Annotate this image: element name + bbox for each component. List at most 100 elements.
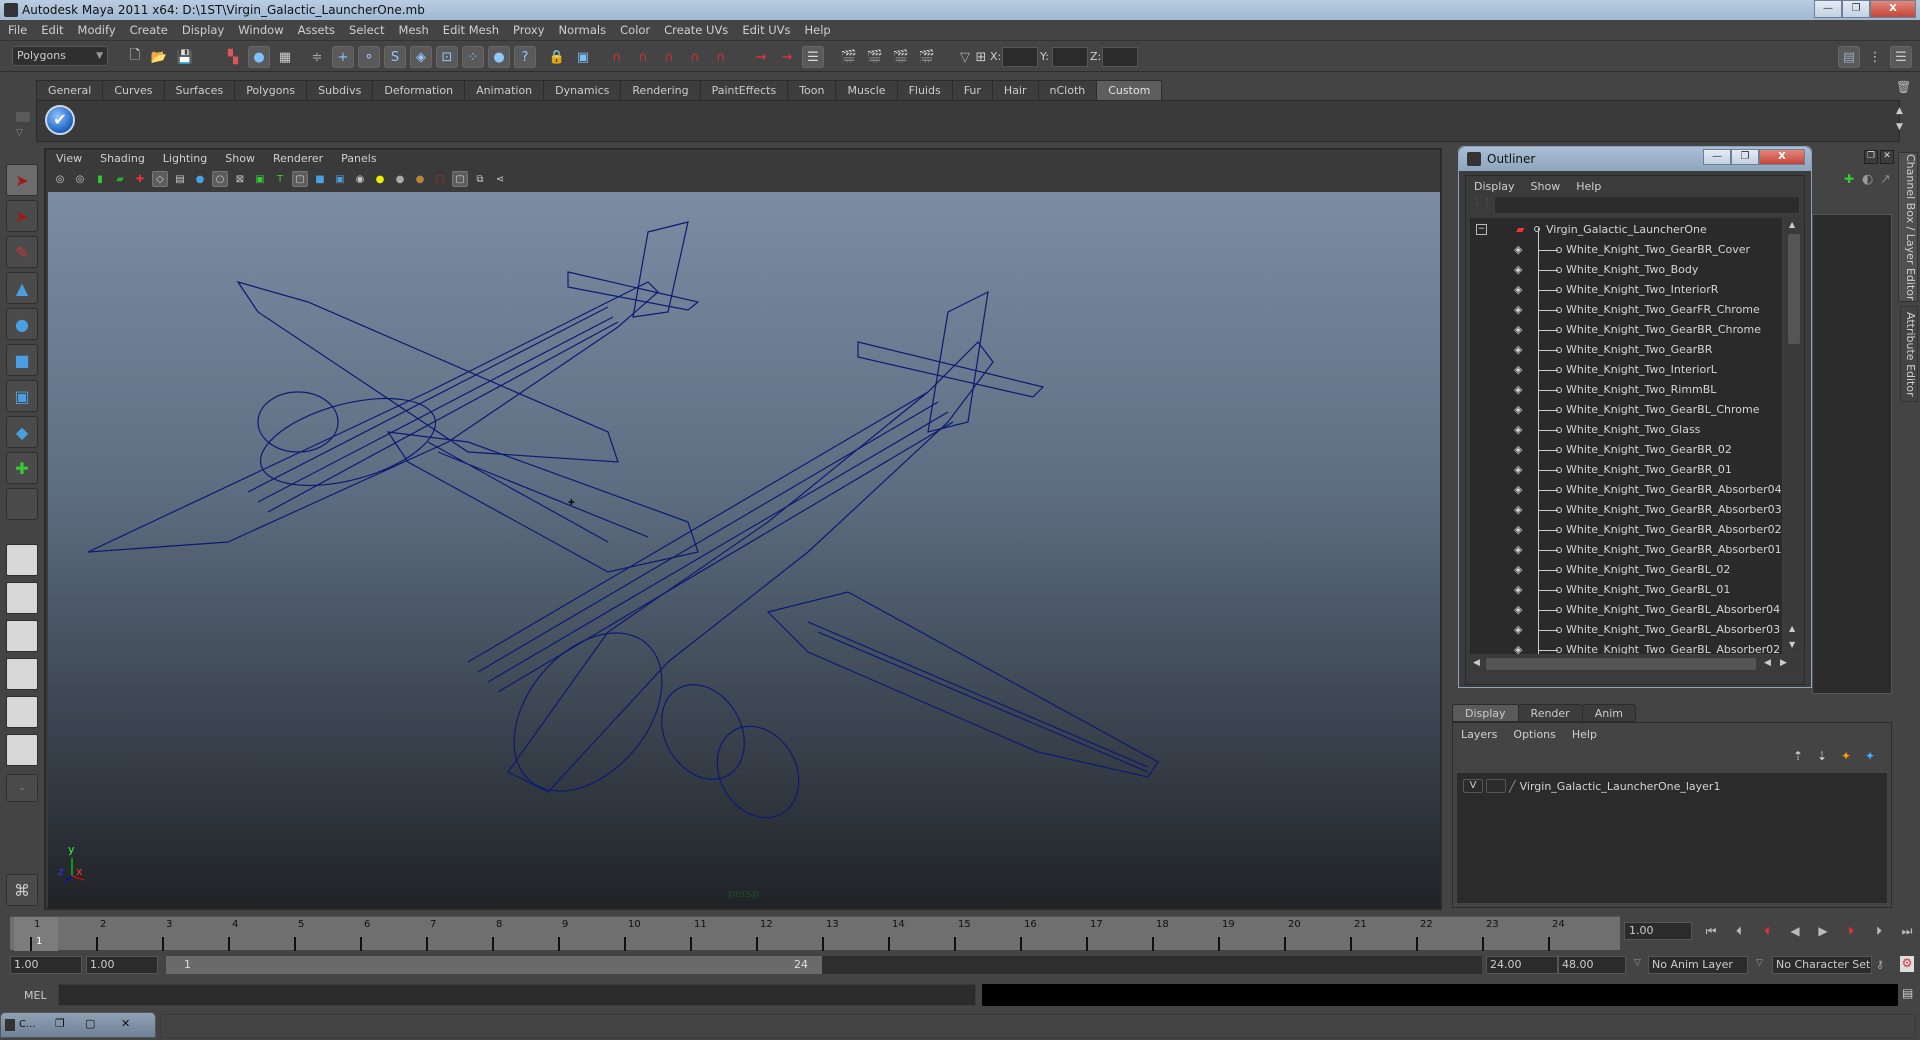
layout-hypershade-persp-button[interactable]	[6, 696, 38, 728]
range-slider-handle[interactable]: 1 24	[166, 956, 822, 974]
outliner-item[interactable]: ◈ White_Knight_Two_GearBR	[1470, 340, 1780, 360]
select-object-icon[interactable]: ●	[248, 46, 270, 68]
shelf-tab-ncloth[interactable]: nCloth	[1037, 80, 1098, 100]
gate-mask-icon[interactable]: ○	[212, 171, 228, 187]
show-manipulator-icon[interactable]: ✚	[6, 452, 38, 484]
channel-box-hyperbolic-icon[interactable]: ↗	[1880, 172, 1891, 187]
layer-tab-display[interactable]: Display	[1452, 704, 1519, 722]
shelf-tab-curves[interactable]: Curves	[102, 80, 165, 100]
outliner-item[interactable]: ◈ White_Knight_Two_InteriorR	[1470, 280, 1780, 300]
menu-edit-uvs[interactable]: Edit UVs	[742, 23, 790, 37]
magnet-point-icon[interactable]: ∩	[658, 46, 680, 68]
outliner-horizontal-scrollbar[interactable]: ◀ ◀ ▶	[1470, 656, 1800, 672]
help-icon[interactable]: ?	[514, 46, 536, 68]
layout-outliner-persp-button[interactable]	[6, 620, 38, 652]
vp-menu-show[interactable]: Show	[225, 152, 255, 168]
outliner-item[interactable]: ◈ White_Knight_Two_GearBR_Absorber03	[1470, 500, 1782, 520]
y-field[interactable]	[1052, 47, 1088, 67]
outliner-close-button[interactable]: X	[1759, 149, 1805, 165]
select-component-icon[interactable]: ▦	[274, 46, 296, 68]
move-tool-icon[interactable]: ▲	[6, 272, 38, 304]
move-layer-down-icon[interactable]: ⇣	[1817, 749, 1827, 763]
hscroll-thumb[interactable]	[1486, 658, 1756, 670]
step-back-frame-button[interactable]: ⏴	[1728, 922, 1750, 940]
shelf-tab-muscle[interactable]: Muscle	[835, 80, 898, 100]
layer-playback-toggle[interactable]	[1486, 779, 1506, 793]
channel-box-manipulator-icon[interactable]: ✚	[1844, 172, 1854, 186]
ol-menu-show[interactable]: Show	[1531, 180, 1561, 193]
construction-history-icon[interactable]: ☰	[802, 46, 824, 68]
vp-menu-renderer[interactable]: Renderer	[273, 152, 323, 168]
animation-start-field[interactable]: 1.00	[10, 956, 82, 974]
outliner-vertical-scrollbar[interactable]: ▲ ▲ ▼	[1786, 218, 1802, 654]
shelf-tab-rendering[interactable]: Rendering	[620, 80, 701, 100]
script-language-toggle[interactable]: MEL	[24, 989, 47, 1002]
xray-components-icon[interactable]: ⋖	[492, 171, 508, 187]
scroll-down-icon[interactable]: ▼	[1789, 640, 1795, 649]
safe-action-icon[interactable]: ▣	[252, 171, 268, 187]
scroll-up-icon[interactable]: ▲	[1789, 220, 1795, 229]
menu-help[interactable]: Help	[805, 23, 831, 37]
camera-select-icon[interactable]: ◎	[52, 171, 68, 187]
wireframe-on-shaded-icon[interactable]: ▣	[332, 171, 348, 187]
outliner-restore-button[interactable]: ❐	[1731, 149, 1759, 165]
render-current-icon[interactable]: 🎬	[838, 46, 860, 68]
menu-create[interactable]: Create	[130, 23, 168, 37]
outliner-item[interactable]: ◈ White_Knight_Two_Glass	[1470, 420, 1780, 440]
animation-end-field[interactable]: 48.00	[1558, 956, 1626, 974]
ol-menu-display[interactable]: Display	[1474, 180, 1515, 193]
shelf-tab-fluids[interactable]: Fluids	[896, 80, 953, 100]
play-backwards-button[interactable]: ◀	[1784, 922, 1806, 940]
grid-toggle-icon[interactable]: ◇	[152, 171, 168, 187]
menu-select[interactable]: Select	[349, 23, 384, 37]
outliner-item[interactable]: ◈ White_Knight_Two_GearBR_Cover	[1470, 240, 1780, 260]
shadows-icon[interactable]: ●	[392, 171, 408, 187]
camera-attributes-icon[interactable]: ◎	[72, 171, 88, 187]
menu-proxy[interactable]: Proxy	[513, 23, 545, 37]
snap-curve-icon[interactable]: ⚬	[358, 46, 380, 68]
go-to-end-button[interactable]: ⏭	[1896, 922, 1918, 940]
maximize-icon[interactable]: ▢	[85, 1017, 95, 1030]
image-plane-icon[interactable]: ▰	[112, 171, 128, 187]
outliner-item[interactable]: ◈ White_Knight_Two_GearBR_Absorber01	[1470, 540, 1782, 560]
xray-joints-icon[interactable]: ⧉	[472, 171, 488, 187]
select-hierarchy-icon[interactable]: ▚	[222, 46, 244, 68]
outliner-item[interactable]: ◈ White_Knight_Two_GearBR_Chrome	[1470, 320, 1780, 340]
time-slider[interactable]: 1 1 2 3 4 5 6 7 8 9 10 11 12 13 14 15 16 17 18 19 20 21 22 23 2…	[10, 916, 1620, 951]
layout-persp-graph-hypergraph-button[interactable]	[6, 734, 38, 766]
outliner-item[interactable]: ◈ White_Knight_Two_GearBR_Absorber02	[1470, 520, 1782, 540]
shelf-tab-subdivs[interactable]: Subdivs	[306, 80, 374, 100]
history-output-icon[interactable]: →	[776, 46, 798, 68]
menu-normals[interactable]: Normals	[559, 23, 607, 37]
auto-key-icon[interactable]: ⚷	[1876, 958, 1884, 971]
shelf-tab-polygons[interactable]: Polygons	[234, 80, 308, 100]
shelf-scroll-up-icon[interactable]: ▲	[1896, 106, 1903, 116]
bookmarks-icon[interactable]: ▮	[92, 171, 108, 187]
layer-menu-layers[interactable]: Layers	[1461, 728, 1497, 741]
layout-four-view-button[interactable]	[6, 582, 38, 614]
snap-live-icon[interactable]: ⊡	[436, 46, 458, 68]
menu-edit-mesh[interactable]: Edit Mesh	[443, 23, 499, 37]
scrollbar-thumb[interactable]	[1788, 234, 1800, 344]
lock-icon[interactable]: 🔒	[546, 46, 568, 68]
magnet-live-icon[interactable]: ∩	[710, 46, 732, 68]
shelf-tab-painteffects[interactable]: PaintEffects	[699, 80, 789, 100]
rotate-tool-icon[interactable]: ●	[6, 308, 38, 340]
menu-assets[interactable]: Assets	[298, 23, 335, 37]
outliner-minimize-button[interactable]: —	[1703, 149, 1731, 165]
ol-menu-help[interactable]: Help	[1576, 180, 1601, 193]
play-forwards-button[interactable]: ▶	[1812, 922, 1834, 940]
anim-layer-dropdown-icon[interactable]: ▽	[1634, 958, 1641, 968]
close-panel-icon[interactable]: ✕	[1880, 150, 1894, 164]
snap-point-icon[interactable]: S	[384, 46, 406, 68]
new-scene-icon[interactable]: 🗋	[124, 46, 146, 68]
outliner-item[interactable]: ◈ White_Knight_Two_GearFR_Chrome	[1470, 300, 1780, 320]
select-highlight-icon[interactable]: ▣	[572, 46, 594, 68]
film-gate-icon[interactable]: ▤	[172, 171, 188, 187]
minimized-window[interactable]: C... ❐ ▢ ✕	[0, 1012, 156, 1038]
x-field[interactable]	[1002, 47, 1038, 67]
close-icon[interactable]: ✕	[121, 1017, 130, 1030]
outliner-item[interactable]: ◈ White_Knight_Two_GearBL_02	[1470, 560, 1780, 580]
move-layer-up-icon[interactable]: ⇡	[1793, 749, 1803, 763]
menu-color[interactable]: Color	[620, 23, 650, 37]
